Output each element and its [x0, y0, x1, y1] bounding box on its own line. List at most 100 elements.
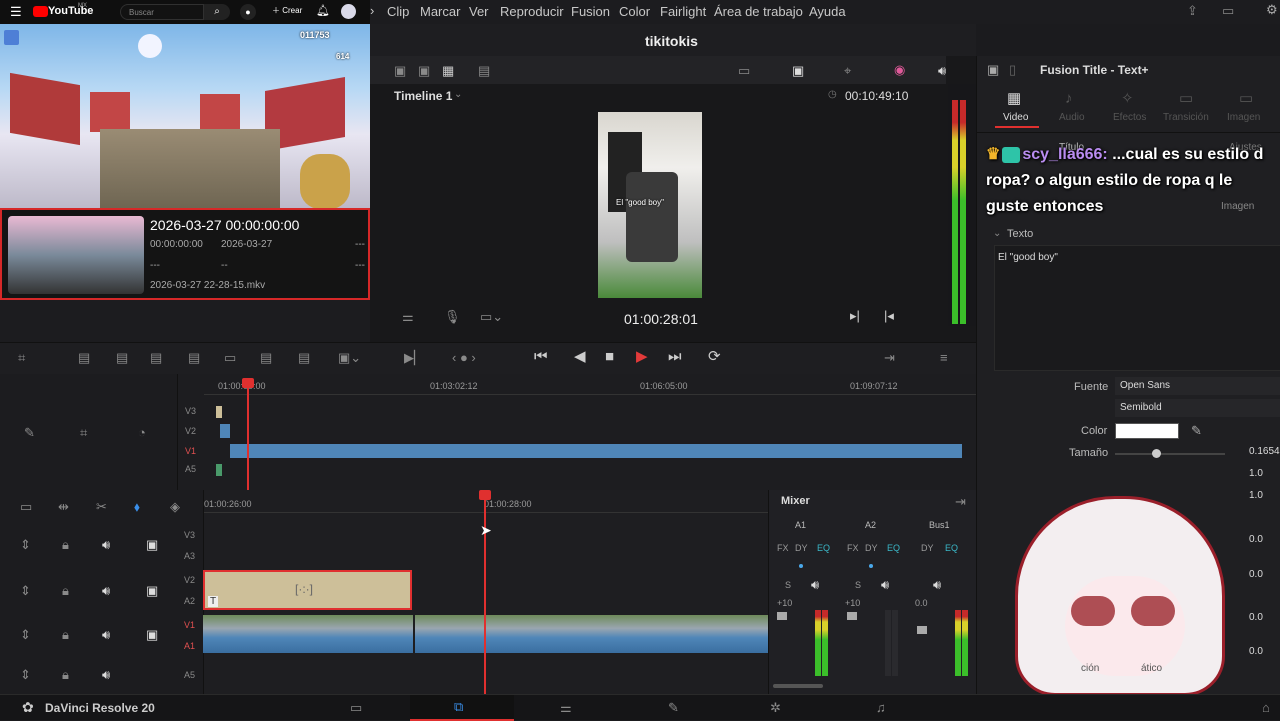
edit-tool-icon-4[interactable]: ▤	[150, 351, 162, 365]
menu-icon[interactable]: ☰	[10, 5, 22, 19]
menu-fusion[interactable]: Fusion	[571, 4, 610, 19]
track-video-icon-3[interactable]: ▣	[146, 628, 158, 642]
search-icon[interactable]: ⌕	[204, 4, 230, 20]
fader-a1[interactable]	[777, 612, 787, 620]
overview-tool-1[interactable]: ✎	[24, 426, 35, 440]
mark-icon[interactable]: ⇥	[884, 351, 895, 365]
tab-audio[interactable]: Audio	[1059, 112, 1085, 123]
overview-tool-2[interactable]: ⌗	[80, 426, 87, 440]
jog-icon[interactable]: ‹ ● ›	[452, 351, 476, 365]
image-tab-icon[interactable]: ▭	[1239, 91, 1253, 106]
menu-clip[interactable]: Clip	[387, 4, 409, 19]
title-clip[interactable]: [·:·] T	[203, 570, 412, 610]
track-audio-icon-4[interactable]: 🔊︎	[102, 668, 110, 682]
track-lock-icon[interactable]: ⇕	[20, 538, 31, 552]
menu-ver[interactable]: Ver	[469, 4, 489, 19]
solo-a2[interactable]: S	[855, 580, 861, 590]
dy-a2[interactable]: DY	[865, 543, 878, 553]
snap-icon[interactable]: ▭	[20, 500, 32, 514]
skip-start-icon[interactable]: ⏮	[534, 349, 548, 364]
color-page-icon[interactable]: ✲	[770, 701, 781, 715]
track-padlock-icon[interactable]: 🔒︎	[62, 538, 69, 552]
flag-icon[interactable]: ⬧	[134, 500, 140, 514]
solo-a1[interactable]: S	[785, 580, 791, 590]
track-lock-icon-3[interactable]: ⇕	[20, 628, 31, 642]
timeline-name[interactable]: Timeline 1	[394, 89, 452, 103]
eq-bus1[interactable]: EQ	[945, 543, 958, 553]
track-lock-icon-2[interactable]: ⇕	[20, 584, 31, 598]
track-audio-icon[interactable]: 🔊︎	[102, 538, 110, 552]
mute-a2-icon[interactable]: 🔊︎	[881, 578, 889, 592]
mute-a1-icon[interactable]: 🔊︎	[811, 578, 819, 592]
edit-tool-icon-7[interactable]: ▤	[260, 351, 272, 365]
track-padlock-icon-2[interactable]: 🔒︎	[62, 584, 69, 598]
track-padlock-icon-4[interactable]: 🔒︎	[62, 668, 69, 682]
overview-v2-clip[interactable]	[220, 424, 230, 438]
avatar[interactable]	[341, 4, 356, 19]
layout-icon-2[interactable]: ▣	[418, 64, 430, 78]
color-wheel-icon[interactable]: ◉	[894, 63, 905, 77]
prev-clip-icon[interactable]: |◂	[884, 309, 894, 323]
volume-icon[interactable]: 🔊︎	[938, 64, 946, 78]
play-icon[interactable]: ▶	[636, 349, 648, 364]
menu-fairlight[interactable]: Fairlight	[660, 4, 706, 19]
edit-page-tab[interactable]: ⧉	[410, 695, 514, 721]
skip-end-icon[interactable]: ⏭	[668, 349, 682, 364]
bell-icon[interactable]: 🔔︎	[316, 4, 330, 17]
edit-tool-icon-2[interactable]: ▤	[78, 351, 90, 365]
color-swatch[interactable]	[1115, 423, 1179, 439]
layout-icon-3[interactable]: ▦	[442, 64, 454, 78]
pan-a1[interactable]	[799, 564, 803, 568]
eyedropper-icon[interactable]: ✎	[1191, 424, 1202, 438]
video-thumbnail[interactable]	[8, 216, 144, 294]
video-card[interactable]: 2026-03-27 00:00:00:00 00:00:00:00 2026-…	[0, 208, 370, 300]
eq-a1[interactable]: EQ	[817, 543, 830, 553]
overview-playhead-handle[interactable]	[242, 378, 254, 388]
track-video-icon[interactable]: ▣	[146, 538, 158, 552]
inspector-split-icon[interactable]: ▯	[1009, 63, 1016, 77]
fx-a1[interactable]: FX	[777, 543, 789, 553]
window-icon[interactable]: ▭	[1222, 3, 1234, 19]
track-padlock-icon-3[interactable]: 🔒︎	[62, 628, 69, 642]
edit-tool-icon-3[interactable]: ▤	[116, 351, 128, 365]
menu-overflow-icon[interactable]: ›	[370, 4, 374, 18]
edit-tool-icon-5[interactable]: ▤	[188, 351, 200, 365]
chevron-down-icon[interactable]: ⌄	[454, 89, 462, 100]
fairlight-page-icon[interactable]: ♫	[876, 701, 886, 715]
menu-marcar[interactable]: Marcar	[420, 4, 460, 19]
track-video-icon-2[interactable]: ▣	[146, 584, 158, 598]
match-frame-icon[interactable]: ▶▏	[404, 351, 424, 365]
viewer-size-icon[interactable]: ▭	[738, 64, 750, 78]
current-timecode[interactable]: 01:00:28:01	[624, 311, 698, 327]
fader-a2[interactable]	[847, 612, 857, 620]
loop-icon[interactable]: ⟳	[708, 349, 721, 364]
fader-bus1[interactable]	[917, 626, 927, 634]
overview-a5-clip[interactable]	[216, 464, 222, 476]
transition-tab-icon[interactable]: ▭	[1179, 91, 1193, 106]
edit-tool-icon-1[interactable]: ⌗	[18, 351, 25, 365]
video-tab-icon[interactable]: ▦	[1007, 91, 1021, 106]
eq-a2[interactable]: EQ	[887, 543, 900, 553]
track-lock-icon-4[interactable]: ⇕	[20, 668, 31, 682]
cut-page-icon[interactable]: ⚌	[560, 701, 572, 715]
tab-effects[interactable]: Efectos	[1113, 112, 1146, 123]
options-icon[interactable]: ≡	[940, 351, 948, 365]
link-icon[interactable]: ⇹	[58, 500, 69, 514]
reverse-icon[interactable]: ◀	[574, 349, 586, 364]
inspector-icon[interactable]: ▣	[987, 63, 999, 77]
razor-icon[interactable]: ✂	[96, 500, 107, 514]
display-icon[interactable]: ▭⌄	[480, 310, 503, 324]
size-slider[interactable]	[1115, 453, 1225, 455]
media-page-icon[interactable]: ▭	[350, 701, 362, 715]
create-button[interactable]: ＋ Crear	[272, 5, 302, 16]
settings-icon[interactable]: ⚙	[1266, 2, 1278, 18]
edit-tool-icon-8[interactable]: ▤	[298, 351, 310, 365]
audio-tab-icon[interactable]: ♪	[1065, 91, 1073, 106]
mute-bus1-icon[interactable]: 🔊︎	[933, 578, 941, 592]
fx-a2[interactable]: FX	[847, 543, 859, 553]
stop-icon[interactable]: ■	[605, 349, 614, 364]
overview-title-clip[interactable]	[216, 406, 222, 418]
track-audio-icon-2[interactable]: 🔊︎	[102, 584, 110, 598]
section-chevron-icon[interactable]: ⌄	[993, 227, 1001, 241]
effects-tab-icon[interactable]: ✧	[1121, 91, 1134, 106]
